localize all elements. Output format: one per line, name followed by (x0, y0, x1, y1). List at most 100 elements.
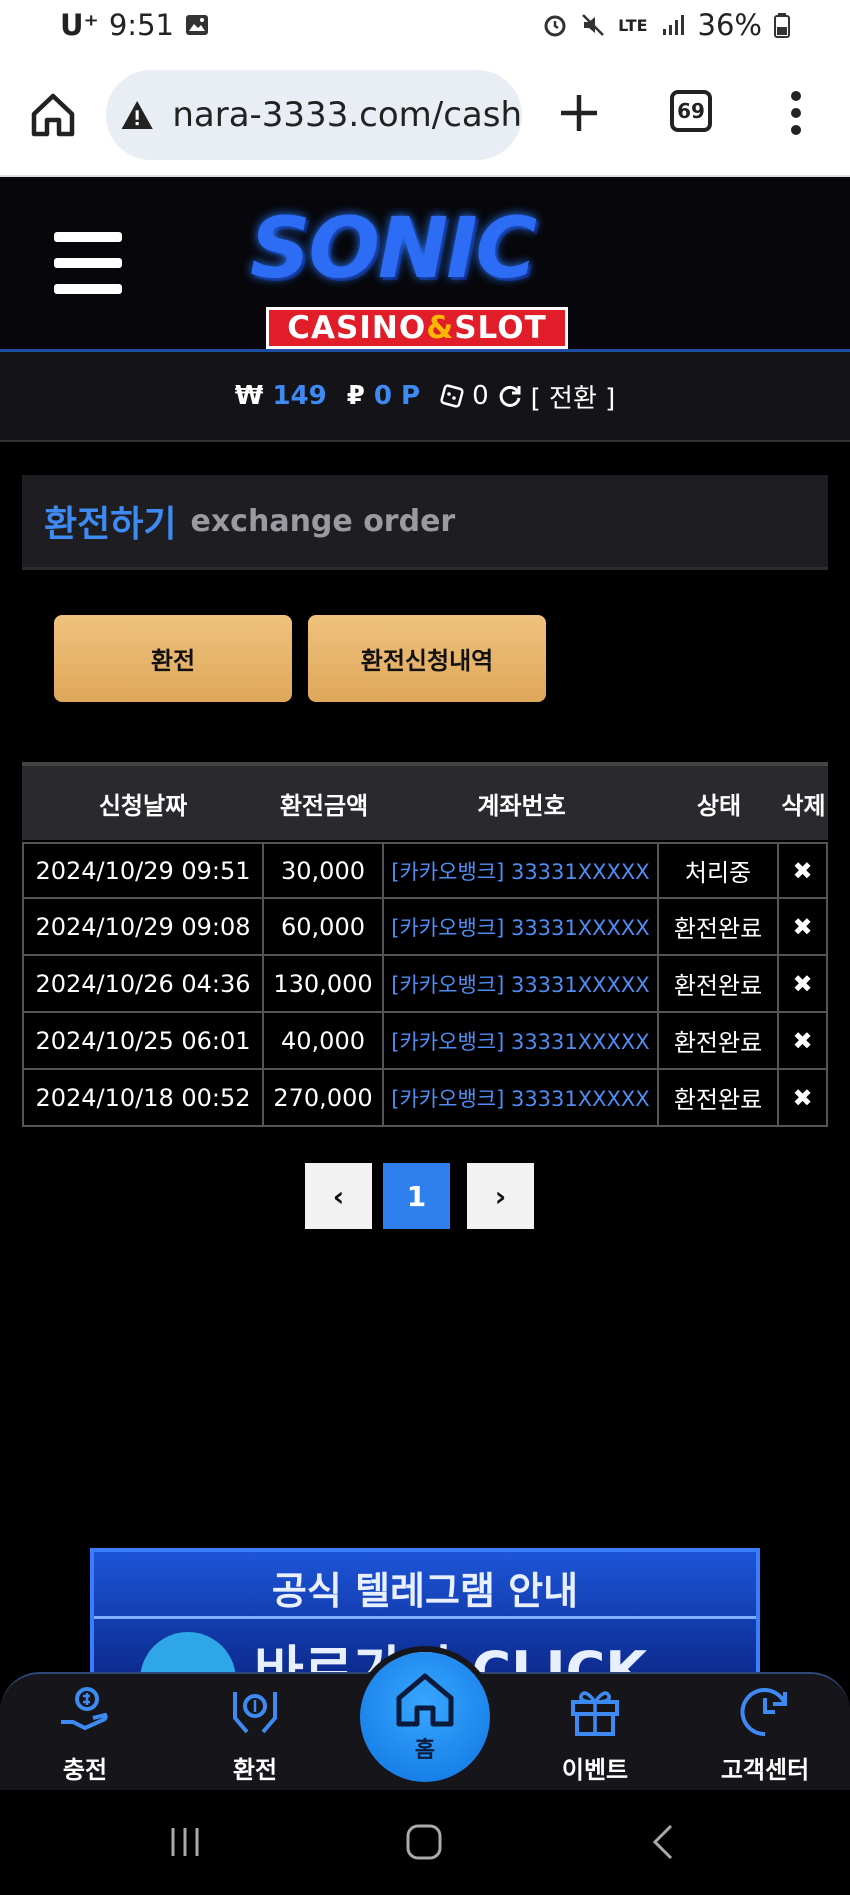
site-header: SONIC CASINO & SLOT (0, 177, 850, 352)
logo-subtitle: CASINO & SLOT (266, 307, 568, 349)
battery-icon (774, 13, 790, 38)
nav-exchange[interactable]: 환전 (195, 1682, 315, 1792)
exchange-button[interactable]: 환전 (54, 615, 292, 702)
won-symbol: ₩ (234, 381, 264, 411)
nav-event[interactable]: 이벤트 (535, 1682, 655, 1792)
back-icon[interactable] (645, 1822, 685, 1862)
nav-home-label: 홈 (414, 1738, 436, 1763)
url-text[interactable]: nara-3333.com/cash (172, 95, 522, 135)
nav-home-button[interactable]: 홈 (360, 1652, 490, 1782)
row-amount: 30,000 (264, 844, 384, 897)
nav-event-label: 이벤트 (561, 1756, 629, 1784)
nav-support[interactable]: 고객센터 (705, 1682, 825, 1792)
tab-switcher-button[interactable]: 69 (670, 90, 712, 132)
row-status: 환전완료 (659, 899, 779, 954)
point-symbol: ₽ (346, 381, 365, 411)
row-amount: 130,000 (264, 956, 384, 1011)
gift-icon (571, 1691, 619, 1736)
chip-icon (440, 384, 464, 408)
logo-amp-text: & (426, 310, 455, 346)
header-amount: 환전금액 (279, 791, 369, 820)
banner-title: 공식 텔레그램 안내 (271, 1569, 579, 1613)
delete-icon[interactable]: ✖ (779, 1013, 828, 1068)
row-account: [카카오뱅크] 33331XXXXX (384, 899, 659, 954)
row-date: 2024/10/29 09:08 (22, 899, 264, 954)
row-status: 환전완료 (659, 1070, 779, 1125)
point-balance: ₽ 0 P (347, 381, 420, 411)
header-date: 신청날짜 (98, 791, 188, 820)
row-date: 2024/10/25 06:01 (22, 1013, 264, 1068)
network-label: LTE (618, 15, 648, 35)
header-status: 상태 (696, 791, 742, 820)
carrier-label: U⁺ (60, 8, 99, 42)
row-amount: 40,000 (264, 1013, 384, 1068)
warning-icon[interactable] (120, 95, 154, 135)
address-bar[interactable]: nara-3333.com/cash (106, 70, 522, 160)
page-title: 환전하기 (44, 504, 177, 545)
table-row: 2024/10/26 04:36 130,000 [카카오뱅크] 33331XX… (22, 956, 828, 1013)
point-value: 0 P (373, 381, 421, 411)
nav-exchange-label: 환전 (232, 1756, 278, 1784)
nav-charge-label: 충전 (62, 1756, 108, 1784)
table-row: 2024/10/25 06:01 40,000 [카카오뱅크] 33331XXX… (22, 1013, 828, 1070)
home-icon[interactable] (28, 90, 78, 140)
system-navigation-bar (0, 1790, 850, 1895)
logo-casino-text: CASINO (287, 310, 427, 346)
won-value: 149 (272, 381, 327, 411)
delete-icon[interactable]: ✖ (779, 956, 828, 1011)
row-amount: 270,000 (264, 1070, 384, 1125)
convert-link[interactable]: [ 전환 ] (531, 378, 616, 415)
signal-icon (662, 15, 684, 35)
page-1-button[interactable]: 1 (383, 1163, 450, 1229)
row-account: [카카오뱅크] 33331XXXXX (384, 1070, 659, 1125)
status-bar: U⁺ 9:51 LTE 36% (0, 0, 850, 52)
battery-label: 36% (697, 8, 762, 42)
logo-wordmark: SONIC (250, 199, 537, 297)
balance-bar: ₩ 149 ₽ 0 P 0 [ 전환 ] (0, 352, 850, 442)
exchange-history-button[interactable]: 환전신청내역 (308, 615, 546, 702)
new-tab-icon[interactable] (556, 90, 602, 136)
table-row: 2024/10/29 09:08 60,000 [카카오뱅크] 33331XXX… (22, 899, 828, 956)
won-balance: ₩ 149 (235, 381, 327, 411)
exchange-history-table: 신청날짜 환전금액 계좌번호 상태 삭제 2024/10/29 09:51 30… (22, 762, 828, 1127)
nav-charge[interactable]: 충전 (25, 1682, 145, 1792)
row-account: [카카오뱅크] 33331XXXXX (384, 956, 659, 1011)
charge-icon (61, 1687, 108, 1731)
recent-apps-icon[interactable] (165, 1822, 205, 1862)
system-home-icon[interactable] (404, 1822, 444, 1862)
home-nav-icon (396, 1673, 454, 1727)
logo-slot-text: SLOT (454, 310, 547, 346)
exchange-icon (233, 1692, 277, 1734)
row-date: 2024/10/29 09:51 (22, 844, 264, 897)
next-page-button[interactable]: › (467, 1163, 534, 1229)
row-account: [카카오뱅크] 33331XXXXX (384, 844, 659, 897)
prev-page-button[interactable]: ‹ (305, 1163, 372, 1229)
gallery-icon (185, 15, 208, 35)
page-subtitle: exchange order (190, 503, 456, 539)
table-row: 2024/10/18 00:52 270,000 [카카오뱅크] 33331XX… (22, 1070, 828, 1127)
section-header: 환전하기 exchange order (22, 475, 828, 570)
chip-value: 0 (472, 381, 489, 411)
delete-icon[interactable]: ✖ (779, 1070, 828, 1125)
mute-icon (582, 14, 605, 36)
nav-support-label: 고객센터 (720, 1756, 810, 1784)
delete-icon[interactable]: ✖ (779, 844, 828, 897)
hamburger-menu-icon[interactable] (54, 232, 122, 294)
browser-toolbar: nara-3333.com/cash 69 (0, 52, 850, 177)
table-row: 2024/10/29 09:51 30,000 [카카오뱅크] 33331XXX… (22, 842, 828, 899)
banner-divider (94, 1616, 756, 1619)
row-amount: 60,000 (264, 899, 384, 954)
support-24-icon (740, 1688, 787, 1737)
row-date: 2024/10/26 04:36 (22, 956, 264, 1011)
refresh-icon[interactable] (497, 383, 523, 409)
row-status: 처리중 (659, 844, 779, 897)
chip-balance: 0 [ 전환 ] (440, 378, 615, 415)
alarm-icon (544, 15, 566, 37)
delete-icon[interactable]: ✖ (779, 899, 828, 954)
more-menu-icon[interactable] (788, 88, 804, 138)
row-status: 환전완료 (659, 1013, 779, 1068)
row-status: 환전완료 (659, 956, 779, 1011)
clock: 9:51 (108, 8, 174, 42)
site-logo[interactable]: SONIC CASINO & SLOT (230, 199, 600, 349)
table-header: 신청날짜 환전금액 계좌번호 상태 삭제 (22, 762, 828, 840)
